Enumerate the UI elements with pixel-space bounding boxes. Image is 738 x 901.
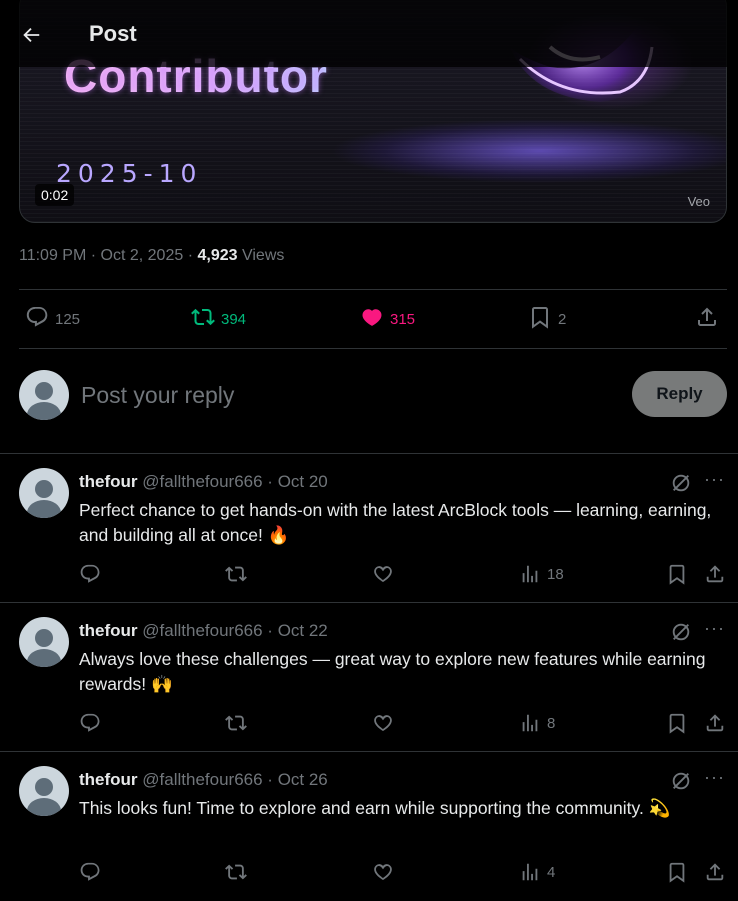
heart-icon[interactable] — [372, 711, 394, 735]
share-action[interactable] — [695, 290, 719, 348]
reply-post[interactable]: thefour @fallthefour666 · Oct 22 ··· Alw… — [0, 602, 738, 752]
heart-icon[interactable] — [372, 860, 394, 884]
view-count: 18 — [547, 565, 564, 583]
comment-icon[interactable] — [79, 860, 101, 884]
display-name[interactable]: thefour — [79, 621, 138, 640]
reply-composer: Post your reply Reply — [19, 370, 727, 422]
reply-action-bar: 4 — [79, 860, 729, 884]
display-name[interactable]: thefour — [79, 472, 138, 491]
reply-date[interactable]: Oct 20 — [278, 472, 328, 491]
like-action[interactable]: 315 — [360, 290, 415, 348]
comment-icon[interactable] — [79, 562, 101, 586]
bookmark-count: 2 — [558, 310, 567, 328]
veo-watermark: Veo — [687, 194, 710, 209]
view-count: 4,923 — [197, 247, 238, 264]
repost-action[interactable]: 394 — [191, 290, 246, 348]
top-bar: Post — [0, 0, 738, 67]
bookmark-icon[interactable] — [666, 562, 688, 586]
reply-post[interactable]: thefour @fallthefour666 · Oct 20 ··· Per… — [0, 453, 738, 603]
reply-date[interactable]: Oct 26 — [278, 770, 328, 789]
avatar[interactable] — [19, 766, 69, 816]
share-icon[interactable] — [704, 711, 726, 735]
reply-text: Perfect chance to get hands-on with the … — [79, 500, 712, 545]
heart-icon[interactable] — [372, 562, 394, 586]
reply-date[interactable]: Oct 22 — [278, 621, 328, 640]
views-action[interactable]: 18 — [519, 562, 564, 586]
reply-input[interactable]: Post your reply — [81, 382, 234, 409]
reply-post[interactable]: thefour @fallthefour666 · Oct 26 ··· Thi… — [0, 751, 738, 901]
views-label: Views — [241, 247, 285, 264]
bookmark-action[interactable]: 2 — [528, 290, 566, 348]
reply-action-bar: 8 — [79, 711, 729, 735]
views-action[interactable]: 4 — [519, 860, 555, 884]
more-options-icon[interactable]: ··· — [704, 470, 726, 492]
bookmark-icon[interactable] — [666, 711, 688, 735]
reply-header: thefour @fallthefour666 · Oct 26 — [79, 770, 328, 789]
analytics-icon — [522, 565, 538, 583]
post-action-bar: 125 394 315 2 — [19, 290, 727, 348]
reply-action[interactable]: 125 — [25, 290, 80, 348]
post-date[interactable]: Oct 2, 2025 — [101, 247, 184, 264]
reply-count: 125 — [55, 310, 81, 328]
view-count: 4 — [547, 863, 556, 881]
handle[interactable]: @fallthefour666 — [142, 621, 262, 640]
reply-button[interactable]: Reply — [632, 371, 727, 417]
back-arrow-icon[interactable] — [18, 22, 44, 48]
grok-icon[interactable] — [670, 770, 692, 792]
like-count: 315 — [390, 310, 416, 328]
bookmark-icon — [528, 305, 552, 333]
avatar[interactable] — [19, 617, 69, 667]
video-duration-badge: 0:02 — [35, 184, 75, 206]
avatar[interactable] — [19, 370, 69, 420]
reply-text: This looks fun! Time to explore and earn… — [79, 798, 671, 818]
more-options-icon[interactable]: ··· — [704, 619, 726, 641]
analytics-icon — [522, 863, 538, 881]
repost-icon[interactable] — [225, 562, 247, 586]
reply-text: Always love these challenges — great way… — [79, 649, 706, 694]
reply-header: thefour @fallthefour666 · Oct 20 — [79, 472, 328, 491]
repost-count: 394 — [221, 310, 247, 328]
share-icon[interactable] — [704, 860, 726, 884]
more-options-icon[interactable]: ··· — [704, 768, 726, 790]
comment-icon[interactable] — [79, 711, 101, 735]
share-icon[interactable] — [704, 562, 726, 586]
handle[interactable]: @fallthefour666 — [142, 472, 262, 491]
grok-icon[interactable] — [670, 621, 692, 643]
display-name[interactable]: thefour — [79, 770, 138, 789]
video-date: 2025-10 — [56, 159, 203, 188]
divider — [19, 348, 727, 349]
page-title: Post — [89, 21, 137, 46]
avatar[interactable] — [19, 468, 69, 518]
analytics-icon — [522, 714, 538, 732]
post-metadata: 11:09 PM · Oct 2, 2025 · 4,923 Views — [19, 247, 285, 264]
comment-icon — [25, 305, 49, 333]
share-icon — [695, 305, 719, 333]
bookmark-icon[interactable] — [666, 860, 688, 884]
handle[interactable]: @fallthefour666 — [142, 770, 262, 789]
heart-filled-icon — [360, 305, 384, 333]
post-time[interactable]: 11:09 PM — [19, 247, 86, 264]
reply-action-bar: 18 — [79, 562, 729, 586]
grok-icon[interactable] — [670, 472, 692, 494]
reply-header: thefour @fallthefour666 · Oct 22 — [79, 621, 328, 640]
views-action[interactable]: 8 — [519, 711, 555, 735]
repost-icon[interactable] — [225, 860, 247, 884]
repost-icon[interactable] — [225, 711, 247, 735]
repost-icon — [191, 305, 215, 333]
view-count: 8 — [547, 714, 556, 732]
